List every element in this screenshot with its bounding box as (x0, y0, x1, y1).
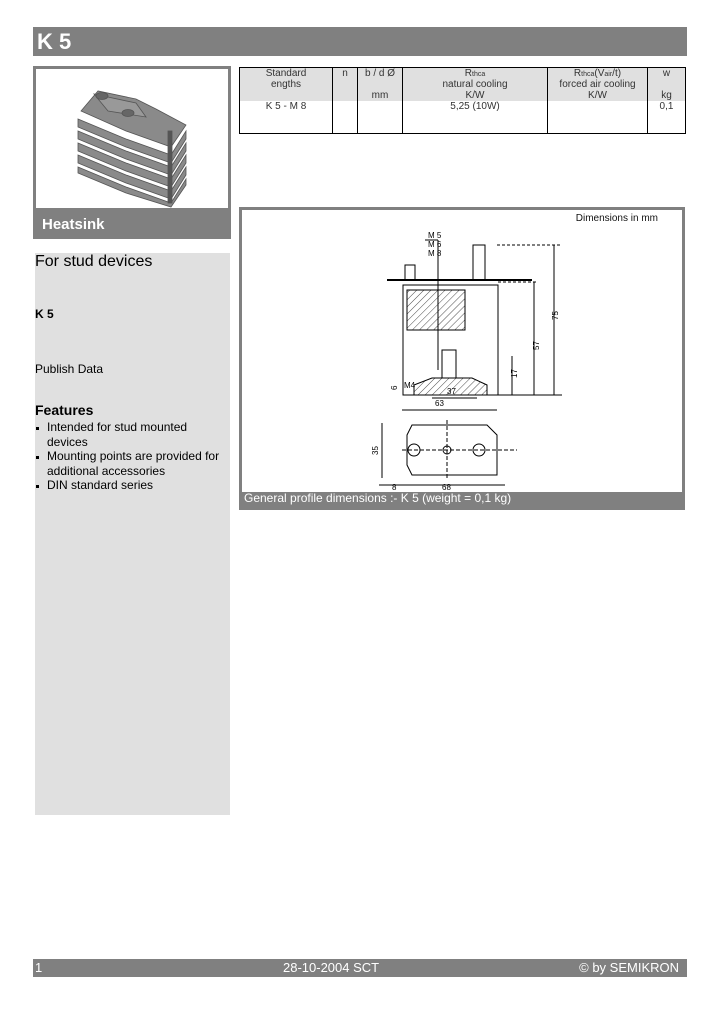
cell-weight: 0,1 (647, 101, 686, 133)
table-row: K 5 - M 8 5,25 (10W) 0,1 (239, 101, 686, 133)
subtitle: For stud devices (35, 253, 153, 270)
spec-table: Standard engths n b / d Ø mm Rthca natural… (239, 67, 686, 134)
header-n: n (332, 67, 358, 101)
thread-label: M 5 (428, 231, 442, 240)
dim-35: 35 (371, 446, 380, 455)
product-code: K 5 (35, 307, 54, 321)
dimension-drawing-box: Dimensions in mm M 5 M 6 M 8 75 57 17 37… (239, 207, 685, 510)
dim-57: 57 (532, 341, 541, 350)
feature-item: Mounting points are provided for additio… (35, 449, 230, 478)
dim-m4: M4 (404, 381, 416, 390)
heatsink-image (77, 90, 187, 208)
features-list: Intended for stud mounted devices Mounti… (35, 420, 230, 493)
header-rth-natural: Rthca natural cooling K/W (402, 67, 548, 101)
feature-item: Intended for stud mounted devices (35, 420, 230, 449)
product-category: Heatsink (42, 216, 105, 233)
left-panel: For stud devices K 5 Publish Data Featur… (35, 253, 230, 815)
cell-rth-natural: 5,25 (10W) (402, 101, 548, 133)
cell-standard: K 5 - M 8 (239, 101, 333, 133)
header-b-d: b / d Ø mm (357, 67, 403, 101)
dim-37: 37 (447, 387, 456, 396)
header-weight: w kg (647, 67, 686, 101)
thread-label: M 8 (428, 249, 442, 258)
header-standard-lengths: Standard engths (239, 67, 333, 101)
page-title: K 5 (37, 29, 72, 54)
dim-17: 17 (510, 369, 519, 378)
footer-bar: 1 28-10-2004 SCT © by SEMIKRON (33, 959, 687, 977)
cell-n (332, 101, 358, 133)
publish-label: Publish Data (35, 362, 104, 376)
dim-75: 75 (551, 311, 560, 320)
dimension-drawing: M 5 M 6 M 8 75 57 17 37 63 6 M4 35 8 68 (371, 231, 562, 492)
page-number: 1 (35, 960, 43, 975)
product-image-box: Heatsink (33, 66, 231, 239)
table-header-row: Standard engths n b / d Ø mm Rthca natural… (239, 67, 686, 101)
publish-date: 28-10-2004 SCT (283, 960, 380, 975)
cell-rth-forced (547, 101, 648, 133)
title-bar: K 5 (33, 27, 687, 56)
dim-63: 63 (435, 399, 444, 408)
copyright: © by SEMIKRON (579, 960, 679, 975)
thread-label: M 6 (428, 240, 442, 249)
header-rth-forced: Rthca(Vair/t) forced air cooling K/W (547, 67, 648, 101)
feature-item: DIN standard series (35, 478, 230, 493)
dim-6: 6 (390, 385, 399, 390)
cell-bd (357, 101, 403, 133)
features-title: Features (35, 402, 94, 418)
drawing-caption: General profile dimensions :- K 5 (weigh… (244, 491, 512, 505)
